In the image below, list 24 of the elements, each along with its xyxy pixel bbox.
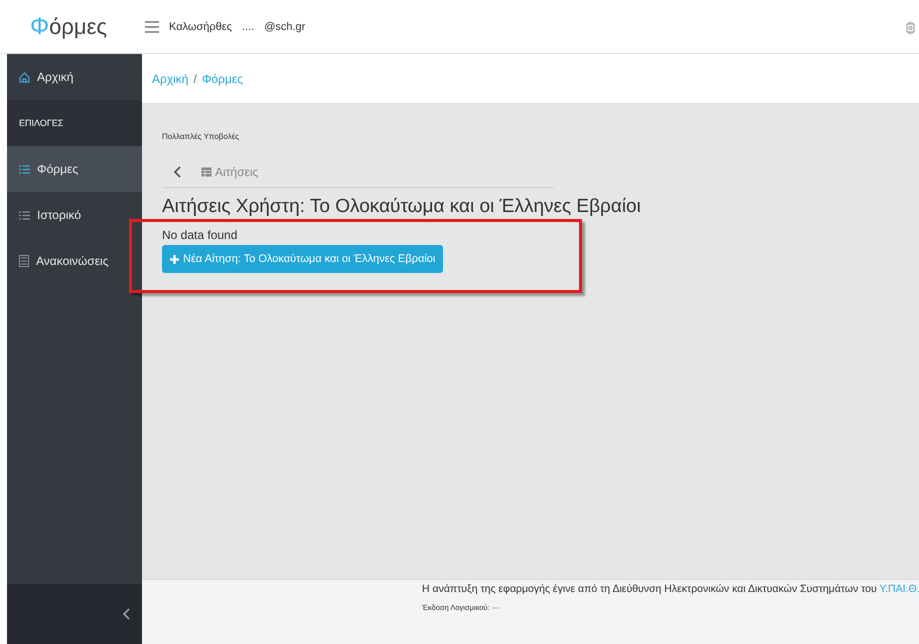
menu-icon[interactable] xyxy=(145,20,159,32)
list-icon xyxy=(19,210,30,220)
sidebar-item[interactable]: Ανακοινώσεις xyxy=(7,238,142,284)
back-chevron-icon[interactable] xyxy=(174,166,181,178)
credit-text: Η ανάπτυξη της εφαρμογής έγινε από τη Διεύθυνση Ηλεκτρονικών και Δικτυακών Συστημάτων του Υ.ΠΑΙ.Θ. xyxy=(422,583,919,595)
table-icon xyxy=(201,167,212,177)
sidebar-item[interactable]: Ιστορικό xyxy=(7,192,142,238)
settings-icon[interactable] xyxy=(906,22,915,34)
subtitle-text: Πολλαπλές Υποβολές xyxy=(162,132,240,141)
sidebar-section-header: ΕΠΙΛΟΓΕΣ xyxy=(7,100,142,146)
page-title: Αιτήσεις Χρήστη: Το Ολοκαύτωμα και οι Έλληνες Εβραίοι xyxy=(162,196,642,218)
sidebar-item[interactable]: Αρχική xyxy=(7,54,142,100)
user-name: .... xyxy=(242,20,254,32)
sidebar-item[interactable]: Φόρμες xyxy=(7,146,142,192)
empty-message: No data found xyxy=(162,228,238,242)
app-logo[interactable]: Φόρμες xyxy=(30,12,107,40)
home-icon xyxy=(19,72,30,82)
plus-icon xyxy=(170,254,179,264)
greeting-text: Καλωσήρθες xyxy=(169,20,232,32)
user-email: @sch.gr xyxy=(264,20,306,32)
list-icon xyxy=(19,164,30,174)
breadcrumb-separator: / xyxy=(193,72,197,86)
collapse-chevron-icon[interactable] xyxy=(123,608,130,620)
book-icon xyxy=(19,255,29,267)
